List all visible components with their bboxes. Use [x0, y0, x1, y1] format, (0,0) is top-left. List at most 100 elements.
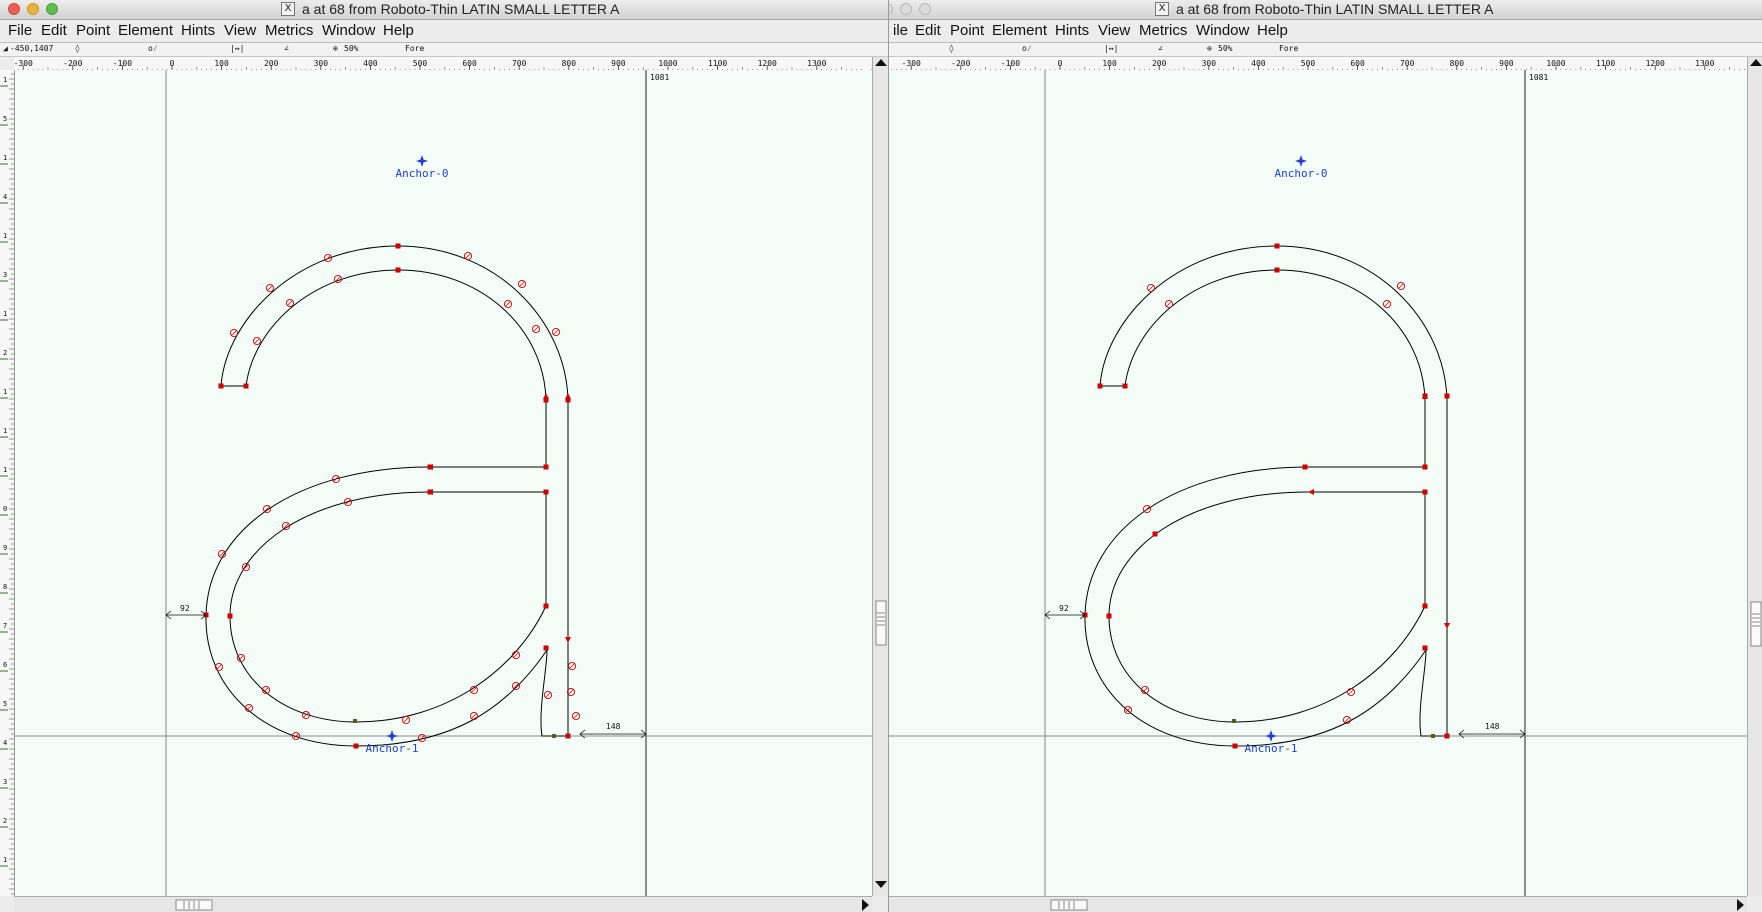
on-curve-point[interactable] — [1444, 393, 1450, 399]
titlebar[interactable]: X a at 68 from Roboto-Thin LATIN SMALL L… — [889, 0, 1762, 20]
on-curve-point[interactable] — [218, 383, 224, 389]
on-curve-point[interactable] — [1302, 464, 1308, 470]
on-curve-point[interactable] — [1152, 531, 1158, 537]
glyph-inner-contour[interactable] — [1108, 491, 1426, 723]
menu-view[interactable]: View — [224, 22, 256, 39]
on-curve-point[interactable] — [1274, 267, 1280, 273]
scroll-down-arrow-icon[interactable] — [875, 881, 887, 888]
ruler-label: 0 — [1058, 59, 1063, 68]
on-curve-point[interactable] — [565, 733, 571, 739]
control-point-mark — [267, 285, 273, 291]
vertical-scrollbar[interactable] — [872, 57, 888, 896]
on-curve-point[interactable] — [1422, 603, 1428, 609]
anchor-0-label: Anchor-0 — [1275, 167, 1328, 180]
direction-arrow-icon — [565, 637, 571, 643]
menu-file[interactable]: ile — [893, 22, 908, 39]
control-point-mark — [545, 692, 551, 698]
start-point-marker[interactable] — [353, 719, 357, 723]
menu-edit[interactable]: Edit — [915, 22, 941, 39]
titlebar[interactable]: X a at 68 from Roboto-Thin LATIN SMALL L… — [0, 0, 888, 20]
layer-readout: Fore — [405, 44, 425, 53]
on-curve-point[interactable] — [227, 613, 233, 619]
zoom-window-button[interactable] — [46, 3, 58, 15]
on-curve-point[interactable] — [543, 489, 549, 495]
anchor-0-icon[interactable] — [1295, 155, 1307, 167]
menu-metrics[interactable]: Metrics — [265, 22, 313, 39]
on-curve-point[interactable] — [1422, 645, 1428, 651]
on-curve-point[interactable] — [1097, 383, 1103, 389]
angle-icon: ∠ — [1158, 44, 1163, 53]
menu-window[interactable]: Window — [322, 22, 375, 39]
horizontal-ruler: -300 -200 -100 0 100 200 300 400 500 600 700 800 900… — [889, 57, 1747, 71]
ruler-label: 200 — [264, 59, 279, 68]
close-window-button[interactable] — [889, 3, 893, 15]
scroll-up-arrow-icon[interactable] — [1750, 59, 1762, 66]
glyph-canvas-svg[interactable]: 1081 92 148 Anchor-0 Anchor-1 — [15, 70, 872, 896]
scroll-up-arrow-icon[interactable] — [875, 59, 887, 66]
menu-point[interactable]: Point — [76, 22, 110, 39]
on-curve-point[interactable] — [395, 267, 401, 273]
start-point-marker[interactable] — [552, 734, 556, 738]
on-curve-point[interactable] — [1422, 489, 1428, 495]
glyph-outer-contour[interactable] — [205, 245, 569, 747]
on-curve-point[interactable] — [395, 243, 401, 249]
menu-view[interactable]: View — [1098, 22, 1130, 39]
on-curve-point[interactable] — [1274, 243, 1280, 249]
ruler-icon: o⁄ — [1022, 44, 1032, 53]
menu-element[interactable]: Element — [992, 22, 1047, 39]
start-point-marker[interactable] — [1431, 734, 1435, 738]
ruler-label: 8 — [3, 583, 7, 591]
close-window-button[interactable] — [8, 3, 20, 15]
glyph-inner-contour[interactable] — [229, 491, 547, 723]
menu-file[interactable]: File — [8, 22, 32, 39]
scroll-right-arrow-icon[interactable] — [862, 899, 869, 911]
left-bearing-label: 92 — [180, 604, 190, 613]
on-curve-point[interactable] — [1422, 464, 1428, 470]
on-curve-point[interactable] — [1106, 613, 1112, 619]
on-curve-point[interactable] — [1232, 743, 1238, 749]
control-point-mark — [254, 338, 260, 344]
menu-window[interactable]: Window — [1196, 22, 1249, 39]
glyph-canvas[interactable]: 1081 92 148 Anchor-0 Anchor-1 — [889, 70, 1747, 896]
on-curve-point[interactable] — [1444, 733, 1450, 739]
vertical-scroll-thumb[interactable] — [1750, 601, 1762, 647]
on-curve-point[interactable] — [1122, 383, 1128, 389]
menu-help[interactable]: Help — [383, 22, 414, 39]
horizontal-scrollbar[interactable] — [889, 896, 1747, 912]
on-curve-point[interactable] — [543, 464, 549, 470]
ruler-label: 3 — [3, 271, 7, 279]
horizontal-scrollbar[interactable] — [14, 896, 872, 912]
menu-element[interactable]: Element — [118, 22, 173, 39]
glyph-canvas[interactable]: 1081 92 148 Anchor-0 Anchor-1 — [15, 70, 872, 896]
vertical-scrollbar[interactable] — [1747, 57, 1762, 896]
on-curve-point[interactable] — [543, 603, 549, 609]
ruler-label: 1 — [3, 388, 7, 396]
scroll-right-arrow-icon[interactable] — [1737, 899, 1744, 911]
zoom-window-button[interactable] — [919, 3, 931, 15]
menu-edit[interactable]: Edit — [41, 22, 67, 39]
glyph-canvas-svg[interactable]: 1081 92 148 Anchor-0 Anchor-1 — [889, 70, 1747, 896]
menu-metrics[interactable]: Metrics — [1139, 22, 1187, 39]
menu-hints[interactable]: Hints — [1055, 22, 1089, 39]
minimize-window-button[interactable] — [27, 3, 39, 15]
menu-help[interactable]: Help — [1257, 22, 1288, 39]
anchor-1-icon[interactable] — [386, 730, 398, 742]
on-curve-point[interactable] — [353, 743, 359, 749]
ruler-label: 200 — [1152, 59, 1167, 68]
control-point-mark — [1148, 285, 1154, 291]
menu-hints[interactable]: Hints — [181, 22, 215, 39]
on-curve-point[interactable] — [243, 383, 249, 389]
direction-arrow-icon — [565, 393, 571, 399]
ruler-label: -100 — [1001, 59, 1020, 68]
on-curve-point[interactable] — [543, 645, 549, 651]
anchor-0-icon[interactable] — [416, 155, 428, 167]
start-point-marker[interactable] — [1232, 719, 1236, 723]
ruler-label: 500 — [413, 59, 428, 68]
glyph-outer-contour[interactable] — [1084, 245, 1448, 747]
vertical-scroll-thumb[interactable] — [875, 600, 887, 646]
anchor-1-icon[interactable] — [1265, 730, 1277, 742]
horizontal-ruler: -300 -200 -100 0 100 200 300 400 500 600 700 800 900… — [14, 57, 872, 71]
control-point-mark — [553, 329, 559, 335]
menu-point[interactable]: Point — [950, 22, 984, 39]
minimize-window-button[interactable] — [900, 3, 912, 15]
